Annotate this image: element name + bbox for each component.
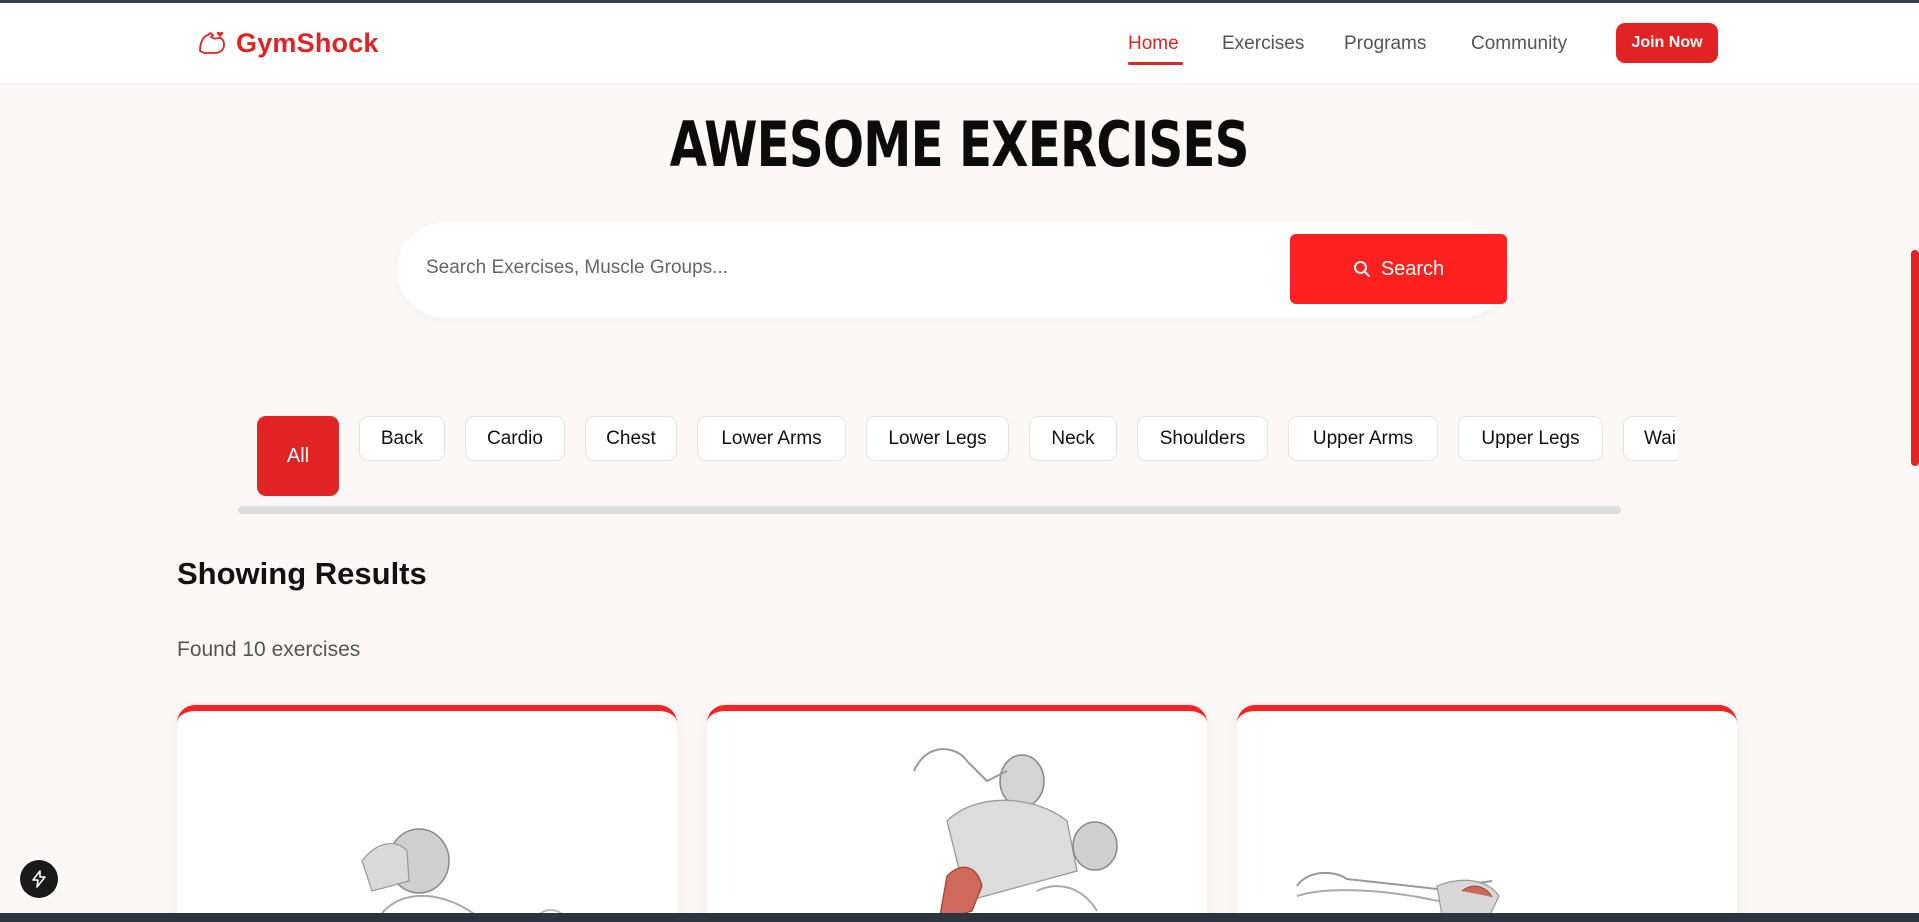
exercise-card[interactable] bbox=[1237, 705, 1737, 922]
filter-chip-cardio[interactable]: Cardio bbox=[465, 416, 565, 461]
top-navbar: GymShock Home Exercises Programs Communi… bbox=[0, 3, 1919, 84]
filter-chip-upper-arms[interactable]: Upper Arms bbox=[1288, 416, 1438, 461]
exercise-illustration bbox=[1296, 871, 1500, 922]
category-filter-strip[interactable]: All Back Cardio Chest Lower Arms Lower L… bbox=[257, 410, 1677, 500]
filter-chip-back[interactable]: Back bbox=[359, 416, 445, 461]
exercise-card[interactable] bbox=[707, 705, 1207, 922]
filter-chip-chest[interactable]: Chest bbox=[585, 416, 677, 461]
results-count: Found 10 exercises bbox=[177, 638, 361, 661]
active-nav-indicator bbox=[1128, 62, 1183, 65]
nav-home-link[interactable]: Home bbox=[1128, 33, 1179, 55]
filter-chip-upper-legs[interactable]: Upper Legs bbox=[1458, 416, 1603, 461]
search-button[interactable]: Search bbox=[1290, 234, 1507, 304]
brand-logo[interactable]: GymShock bbox=[196, 27, 379, 59]
page-title: AWESOME EXERCISES bbox=[669, 108, 1250, 181]
results-heading: Showing Results bbox=[177, 556, 427, 591]
page-scrollbar[interactable] bbox=[1911, 250, 1919, 466]
search-button-label: Search bbox=[1380, 257, 1445, 280]
flexed-arm-icon bbox=[199, 31, 225, 54]
exercise-illustration bbox=[361, 828, 568, 922]
search-icon bbox=[1353, 261, 1370, 277]
nav-community-link[interactable]: Community bbox=[1471, 33, 1567, 55]
filter-chip-shoulders[interactable]: Shoulders bbox=[1137, 416, 1268, 461]
filter-strip-scrollbar[interactable] bbox=[238, 506, 1621, 514]
join-now-button[interactable]: Join Now bbox=[1616, 23, 1718, 63]
lightning-bolt-button[interactable] bbox=[20, 860, 58, 898]
exercise-card[interactable] bbox=[177, 705, 677, 922]
filter-chip-neck[interactable]: Neck bbox=[1029, 416, 1117, 461]
nav-programs-link[interactable]: Programs bbox=[1344, 33, 1426, 55]
brand-name: GymShock bbox=[236, 27, 379, 58]
nav-exercises-link[interactable]: Exercises bbox=[1222, 33, 1304, 55]
search-input[interactable] bbox=[426, 246, 1246, 290]
taskbar-edge bbox=[0, 913, 1919, 922]
filter-chip-all[interactable]: All bbox=[257, 416, 339, 496]
filter-chip-waist[interactable]: Wai bbox=[1623, 416, 1677, 461]
lightning-bolt-icon bbox=[32, 870, 46, 888]
filter-chip-lower-arms[interactable]: Lower Arms bbox=[697, 416, 846, 461]
filter-chip-lower-legs[interactable]: Lower Legs bbox=[866, 416, 1009, 461]
exercise-illustration bbox=[913, 748, 1118, 922]
